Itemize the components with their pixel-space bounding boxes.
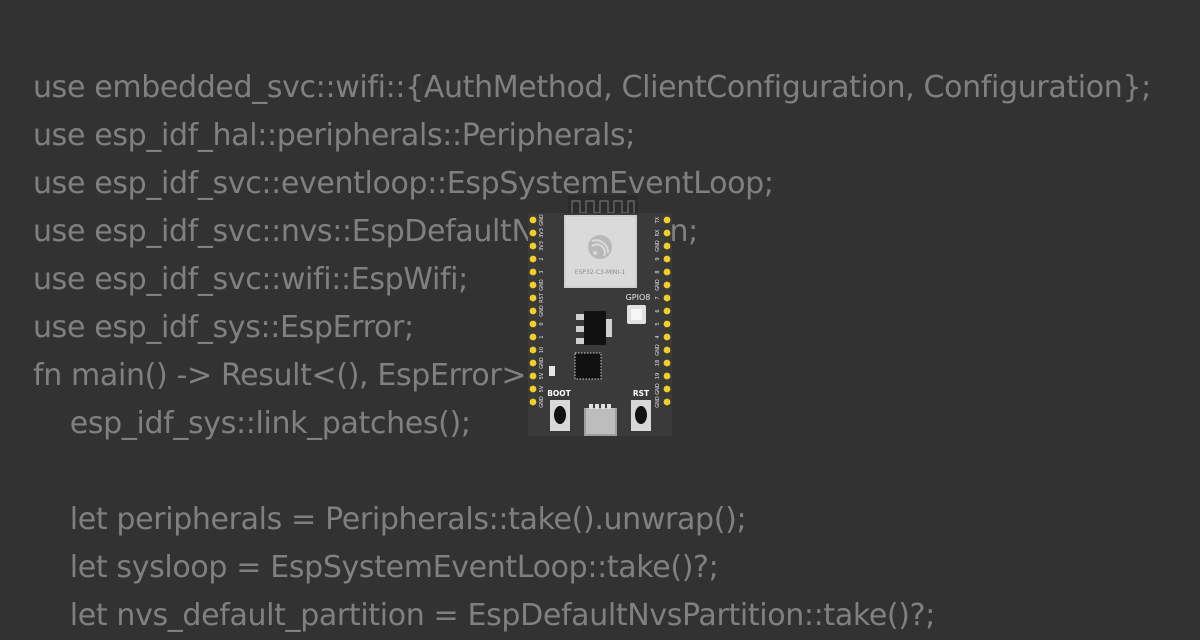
module-label: ESP32-C3-MINI-1	[575, 269, 626, 276]
espressif-logo-icon	[588, 235, 612, 259]
right-pin-label: GND	[655, 279, 661, 291]
left-pin	[529, 281, 537, 289]
left-pin	[529, 242, 537, 250]
right-pin	[663, 216, 671, 224]
left-pin	[529, 320, 537, 328]
right-pin	[663, 242, 671, 250]
left-pin	[529, 307, 537, 315]
right-pin-label: 8	[655, 270, 661, 273]
left-pin-label: GND	[539, 396, 545, 408]
left-pin	[529, 333, 537, 341]
right-pin	[663, 359, 671, 367]
right-pin	[663, 294, 671, 302]
right-pin-label: 4	[655, 335, 661, 338]
code-line: let sysloop = EspSystemEventLoop::take()…	[33, 550, 719, 585]
board-illustration: GND3V33V323GNDRSTGND0110GND5V5VGND TXRXG…	[528, 195, 672, 436]
left-pin	[529, 359, 537, 367]
right-pin	[663, 385, 671, 393]
boot-label: BOOT	[547, 389, 571, 398]
left-pin	[529, 372, 537, 380]
right-pin	[663, 320, 671, 328]
right-pin	[663, 281, 671, 289]
left-pin	[529, 255, 537, 263]
code-line: let nvs_default_partition = EspDefaultNv…	[33, 598, 936, 633]
left-pin-label: RST	[539, 292, 545, 303]
code-line: use esp_idf_hal::peripherals::Peripheral…	[33, 118, 635, 153]
left-pin-label: 5V	[539, 372, 545, 379]
left-pin-label: 3V3	[539, 228, 545, 238]
right-pin	[663, 307, 671, 315]
left-pin-label: 5V	[539, 385, 545, 392]
right-pin-label: 18	[655, 360, 661, 366]
code-line: use embedded_svc::wifi::{AuthMethod, Cli…	[33, 70, 1151, 105]
right-pin	[663, 333, 671, 341]
smd-component	[549, 366, 555, 376]
right-pin-label: GND	[655, 383, 661, 395]
left-pin-label: GND	[539, 279, 545, 291]
right-pin-label: 19	[655, 373, 661, 379]
left-pin	[529, 229, 537, 237]
left-pin	[529, 268, 537, 276]
left-pin-label: GND	[539, 305, 545, 317]
rst-button[interactable]	[631, 400, 651, 431]
left-pin	[529, 398, 537, 406]
left-pin-label: 0	[539, 322, 545, 325]
rgb-led-lens	[631, 309, 642, 320]
boot-button[interactable]	[550, 400, 570, 431]
right-pin	[663, 346, 671, 354]
left-pin-label: GND	[539, 357, 545, 369]
led-label: GPIO8	[626, 293, 651, 302]
right-pin-label: RX	[655, 229, 661, 236]
right-pin-label: 6	[655, 309, 661, 312]
right-pin-label: TX	[655, 216, 661, 224]
right-pin	[663, 255, 671, 263]
right-pin-label: 9	[655, 257, 661, 260]
left-pin-label: 3V3	[539, 241, 545, 251]
right-pin-label: GND	[655, 240, 661, 252]
left-pin-label: 3	[539, 270, 545, 273]
left-pin	[529, 294, 537, 302]
right-pin	[663, 398, 671, 406]
left-pin-label: 1	[539, 335, 545, 338]
rst-label: RST	[633, 389, 650, 398]
left-pin	[529, 216, 537, 224]
usb-uart-chip	[574, 352, 602, 380]
right-pin-label: 5	[655, 322, 661, 325]
code-line: let peripherals = Peripherals::take().un…	[33, 502, 747, 537]
usb-port[interactable]	[584, 404, 617, 436]
left-pin-label: 10	[539, 347, 545, 353]
left-pin	[529, 385, 537, 393]
left-pin	[529, 346, 537, 354]
esp32-c3-devkit-board: GND 3V3 3V3 2 3 GND RST GND 0 1 10 GND 5V 5V GND TX RX G…	[528, 195, 672, 436]
right-pin-label: GND	[655, 344, 661, 356]
left-pin-label: 2	[539, 257, 545, 260]
right-pin	[663, 372, 671, 380]
right-pin	[663, 268, 671, 276]
right-pin-label: 7	[655, 296, 661, 299]
right-pin	[663, 229, 671, 237]
right-pin-label: GND	[655, 396, 661, 408]
left-pin-label: GND	[539, 214, 545, 226]
